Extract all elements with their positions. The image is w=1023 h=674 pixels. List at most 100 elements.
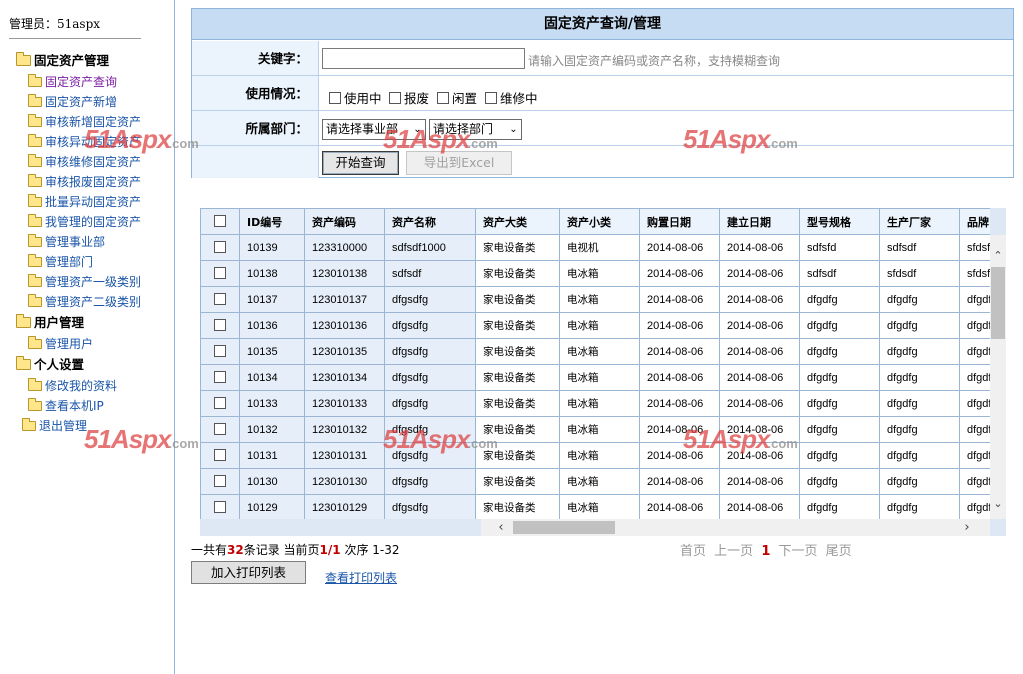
row-checkbox[interactable] — [200, 364, 240, 391]
row-checkbox[interactable] — [200, 468, 240, 495]
status-checkbox-in-use[interactable]: 使用中 — [329, 88, 382, 107]
table-cell: 10136 — [239, 312, 305, 339]
row-checkbox[interactable] — [200, 494, 240, 519]
checkbox-icon[interactable] — [214, 344, 226, 357]
nav-item-my-assets[interactable]: 我管理的固定资产 — [28, 214, 141, 230]
nav-item-manage-dept[interactable]: 管理部门 — [28, 254, 93, 270]
column-header[interactable]: 资产编码 — [304, 208, 385, 235]
scroll-left-icon[interactable]: ‹ — [493, 519, 509, 536]
table-row[interactable]: 10139 123310000 sdfsdf1000 家电设备类 电视机 2014-08-… — [200, 234, 990, 261]
division-select[interactable]: 请选择事业部 ⌄ — [322, 119, 426, 140]
checkbox-icon[interactable] — [214, 240, 226, 253]
column-header[interactable]: 资产小类 — [559, 208, 640, 235]
checkbox-icon[interactable] — [437, 92, 449, 104]
row-checkbox[interactable] — [200, 234, 240, 261]
row-checkbox[interactable] — [200, 416, 240, 443]
export-excel-button[interactable]: 导出到Excel — [406, 151, 512, 175]
search-button[interactable]: 开始查询 — [322, 151, 399, 175]
scroll-right-icon[interactable]: › — [959, 519, 975, 536]
checkbox-icon[interactable] — [214, 396, 226, 409]
table-cell: 家电设备类 — [475, 494, 560, 519]
vertical-scrollbar[interactable]: ⌃ ⌄ — [990, 235, 1006, 519]
table-row[interactable]: 10138 123010138 sdfsdf 家电设备类 电冰箱 2014-08-06 20… — [200, 260, 990, 287]
admin-label: 管理员：51aspx — [9, 17, 101, 31]
dept-select[interactable]: 请选择部门 ⌄ — [429, 119, 522, 140]
column-header[interactable]: 资产大类 — [475, 208, 560, 235]
table-row[interactable]: 10129 123010129 dfgsdfg 家电设备类 电冰箱 2014-08-06 2… — [200, 494, 990, 519]
checkbox-icon[interactable] — [214, 422, 226, 435]
nav-item-manage-users[interactable]: 管理用户 — [28, 336, 93, 352]
scroll-thumb[interactable] — [513, 521, 615, 534]
checkbox-icon[interactable] — [485, 92, 497, 104]
table-cell: 家电设备类 — [475, 234, 560, 261]
nav-item-manage-division[interactable]: 管理事业部 — [28, 234, 105, 250]
nav-item-audit-repair[interactable]: 审核维修固定资产 — [28, 154, 141, 170]
nav-item-logout[interactable]: 退出管理 — [22, 418, 87, 434]
scroll-thumb[interactable] — [991, 267, 1005, 339]
status-checkbox-repairing[interactable]: 维修中 — [485, 88, 538, 107]
row-checkbox[interactable] — [200, 260, 240, 287]
pager-last-link[interactable]: 尾页 — [826, 544, 852, 559]
record-summary: 一共有32条记录 当前页1/1 次序 1-32 — [191, 543, 400, 557]
nav-item-audit-new[interactable]: 审核新增固定资产 — [28, 114, 141, 130]
row-checkbox[interactable] — [200, 286, 240, 313]
column-header[interactable]: 资产名称 — [384, 208, 476, 235]
row-checkbox[interactable] — [200, 338, 240, 365]
nav-group-personal-settings[interactable]: 个人设置 — [16, 356, 84, 373]
pager-first-link[interactable]: 首页 — [680, 544, 706, 559]
record-count: 32 — [227, 543, 244, 557]
pager-prev-link[interactable]: 上一页 — [714, 544, 753, 559]
nav-item-batch-transfer[interactable]: 批量异动固定资产 — [28, 194, 141, 210]
checkbox-icon[interactable] — [214, 448, 226, 461]
table-row[interactable]: 10137 123010137 dfgsdfg 家电设备类 电冰箱 2014-08-06 2… — [200, 286, 990, 313]
column-header[interactable]: 型号规格 — [799, 208, 880, 235]
row-checkbox[interactable] — [200, 390, 240, 417]
view-print-list-link[interactable]: 查看打印列表 — [325, 569, 397, 586]
nav-item-edit-profile[interactable]: 修改我的资料 — [28, 378, 117, 394]
row-checkbox[interactable] — [200, 442, 240, 469]
checkbox-icon[interactable] — [214, 318, 226, 331]
nav-item-category-2[interactable]: 管理资产二级类别 — [28, 294, 141, 310]
checkbox-icon[interactable] — [214, 214, 226, 227]
table-cell: 家电设备类 — [475, 286, 560, 313]
nav-item-audit-transfer[interactable]: 审核异动固定资产 — [28, 134, 141, 150]
nav-group-asset-management[interactable]: 固定资产管理 — [16, 52, 109, 69]
checkbox-icon[interactable] — [214, 500, 226, 513]
table-row[interactable]: 10135 123010135 dfgsdfg 家电设备类 电冰箱 2014-08-06 2… — [200, 338, 990, 365]
table-row[interactable]: 10133 123010133 dfgsdfg 家电设备类 电冰箱 2014-08-06 2… — [200, 390, 990, 417]
keyword-input[interactable] — [322, 48, 525, 69]
nav-item-category-1[interactable]: 管理资产一级类别 — [28, 274, 141, 290]
table-row[interactable]: 10132 123010132 dfgsdfg 家电设备类 电冰箱 2014-08-06 2… — [200, 416, 990, 443]
column-header[interactable]: 生产厂家 — [879, 208, 960, 235]
scroll-up-icon[interactable]: ⌃ — [990, 249, 1006, 262]
table-row[interactable]: 10134 123010134 dfgsdfg 家电设备类 电冰箱 2014-08-06 2… — [200, 364, 990, 391]
pager-next-link[interactable]: 下一页 — [779, 544, 818, 559]
column-header[interactable]: 建立日期 — [719, 208, 800, 235]
row-checkbox[interactable] — [200, 312, 240, 339]
checkbox-icon[interactable] — [389, 92, 401, 104]
status-checkbox-idle[interactable]: 闲置 — [437, 88, 477, 107]
checkbox-icon[interactable] — [329, 92, 341, 104]
table-row[interactable]: 10130 123010130 dfgsdfg 家电设备类 电冰箱 2014-08-06 2… — [200, 468, 990, 495]
nav-item-asset-query[interactable]: 固定资产查询 — [28, 74, 117, 90]
nav-group-user-management[interactable]: 用户管理 — [16, 314, 84, 331]
nav-item-asset-add[interactable]: 固定资产新增 — [28, 94, 117, 110]
table-cell: 家电设备类 — [475, 442, 560, 469]
column-header[interactable]: 品牌 — [959, 208, 990, 235]
horizontal-scrollbar[interactable]: ‹ › — [481, 519, 990, 536]
add-to-print-button[interactable]: 加入打印列表 — [191, 561, 306, 584]
nav-item-audit-scrap[interactable]: 审核报废固定资产 — [28, 174, 141, 190]
status-checkbox-scrapped[interactable]: 报废 — [389, 88, 429, 107]
column-header[interactable]: ID编号 — [239, 208, 305, 235]
checkbox-icon[interactable] — [214, 370, 226, 383]
column-header[interactable]: 购置日期 — [639, 208, 720, 235]
grid-viewport[interactable]: ID编号 资产编码 资产名称 资产大类 资产小类 购置日期 建立日期 型号规格 … — [200, 208, 990, 519]
checkbox-icon[interactable] — [214, 292, 226, 305]
checkbox-icon[interactable] — [214, 266, 226, 279]
table-row[interactable]: 10136 123010136 dfgsdfg 家电设备类 电冰箱 2014-08-06 2… — [200, 312, 990, 339]
nav-item-view-ip[interactable]: 查看本机IP — [28, 398, 104, 414]
select-all-checkbox[interactable] — [200, 208, 240, 235]
table-row[interactable]: 10131 123010131 dfgsdfg 家电设备类 电冰箱 2014-08-06 2… — [200, 442, 990, 469]
scroll-down-icon[interactable]: ⌄ — [990, 497, 1006, 510]
checkbox-icon[interactable] — [214, 474, 226, 487]
